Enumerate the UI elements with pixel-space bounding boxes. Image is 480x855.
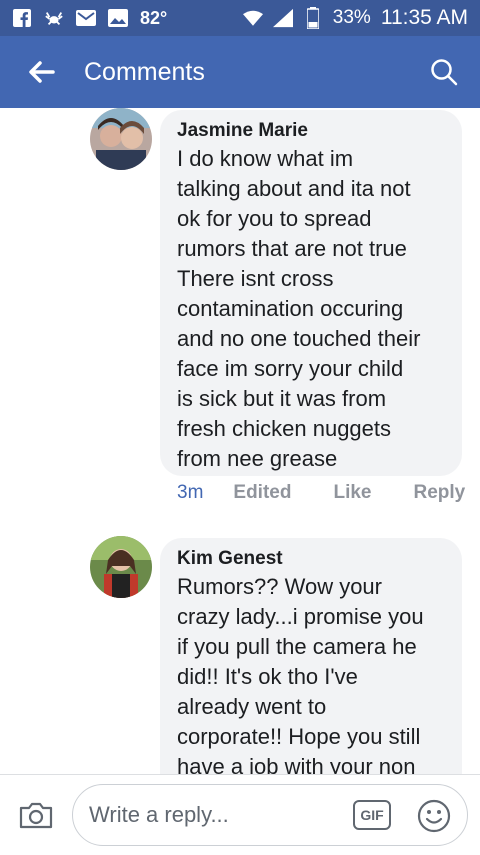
comment-bubble[interactable]: Kim Genest Rumors?? Wow your crazy lady.… (160, 538, 462, 774)
avatar[interactable] (90, 536, 152, 598)
reply-input[interactable] (89, 801, 349, 828)
page-title: Comments (84, 57, 205, 86)
search-icon (431, 59, 458, 86)
comment-author[interactable]: Kim Genest (177, 548, 446, 570)
notification-icons: 82° (12, 8, 167, 29)
clock: 11:35 AM (380, 6, 468, 29)
wifi-icon (242, 8, 263, 28)
camera-button[interactable] (0, 775, 72, 855)
search-button[interactable] (408, 36, 480, 108)
arrow-left-icon (29, 61, 55, 83)
mail-icon (76, 8, 96, 28)
signal-icon (272, 8, 293, 28)
comment-author[interactable]: Jasmine Marie (177, 120, 446, 142)
battery-percent: 33% (332, 7, 371, 28)
back-button[interactable] (0, 36, 84, 108)
facebook-icon (12, 8, 32, 28)
avatar[interactable] (90, 108, 152, 170)
reply-field: GIF (72, 783, 468, 846)
reply-composer: GIF (0, 774, 480, 854)
edited-label[interactable]: Edited (233, 482, 291, 504)
comment-text: I do know what im talking about and ita … (177, 146, 421, 471)
crab-icon (44, 8, 64, 28)
emoji-button[interactable] (415, 797, 453, 835)
smiley-icon (417, 799, 451, 832)
status-bar: 82° 33% 11:35 AM (0, 0, 480, 36)
comment-actions: 3m Edited Like Reply (177, 482, 465, 504)
temperature-text: 82° (140, 7, 168, 28)
battery-icon (303, 7, 323, 29)
comment-text: Rumors?? Wow your crazy lady...i promise… (177, 574, 424, 774)
image-icon (108, 8, 128, 28)
gif-button[interactable]: GIF (353, 799, 391, 830)
like-button[interactable]: Like (333, 482, 371, 504)
comment-bubble[interactable]: Jasmine Marie I do know what im talking … (160, 110, 462, 476)
comments-list[interactable]: Jasmine Marie I do know what im talking … (0, 108, 480, 774)
app-bar: Comments (0, 36, 480, 108)
reply-button[interactable]: Reply (414, 482, 466, 504)
comment-timestamp[interactable]: 3m (177, 482, 203, 504)
system-status: 33% 11:35 AM (242, 6, 468, 30)
camera-icon (19, 802, 53, 828)
